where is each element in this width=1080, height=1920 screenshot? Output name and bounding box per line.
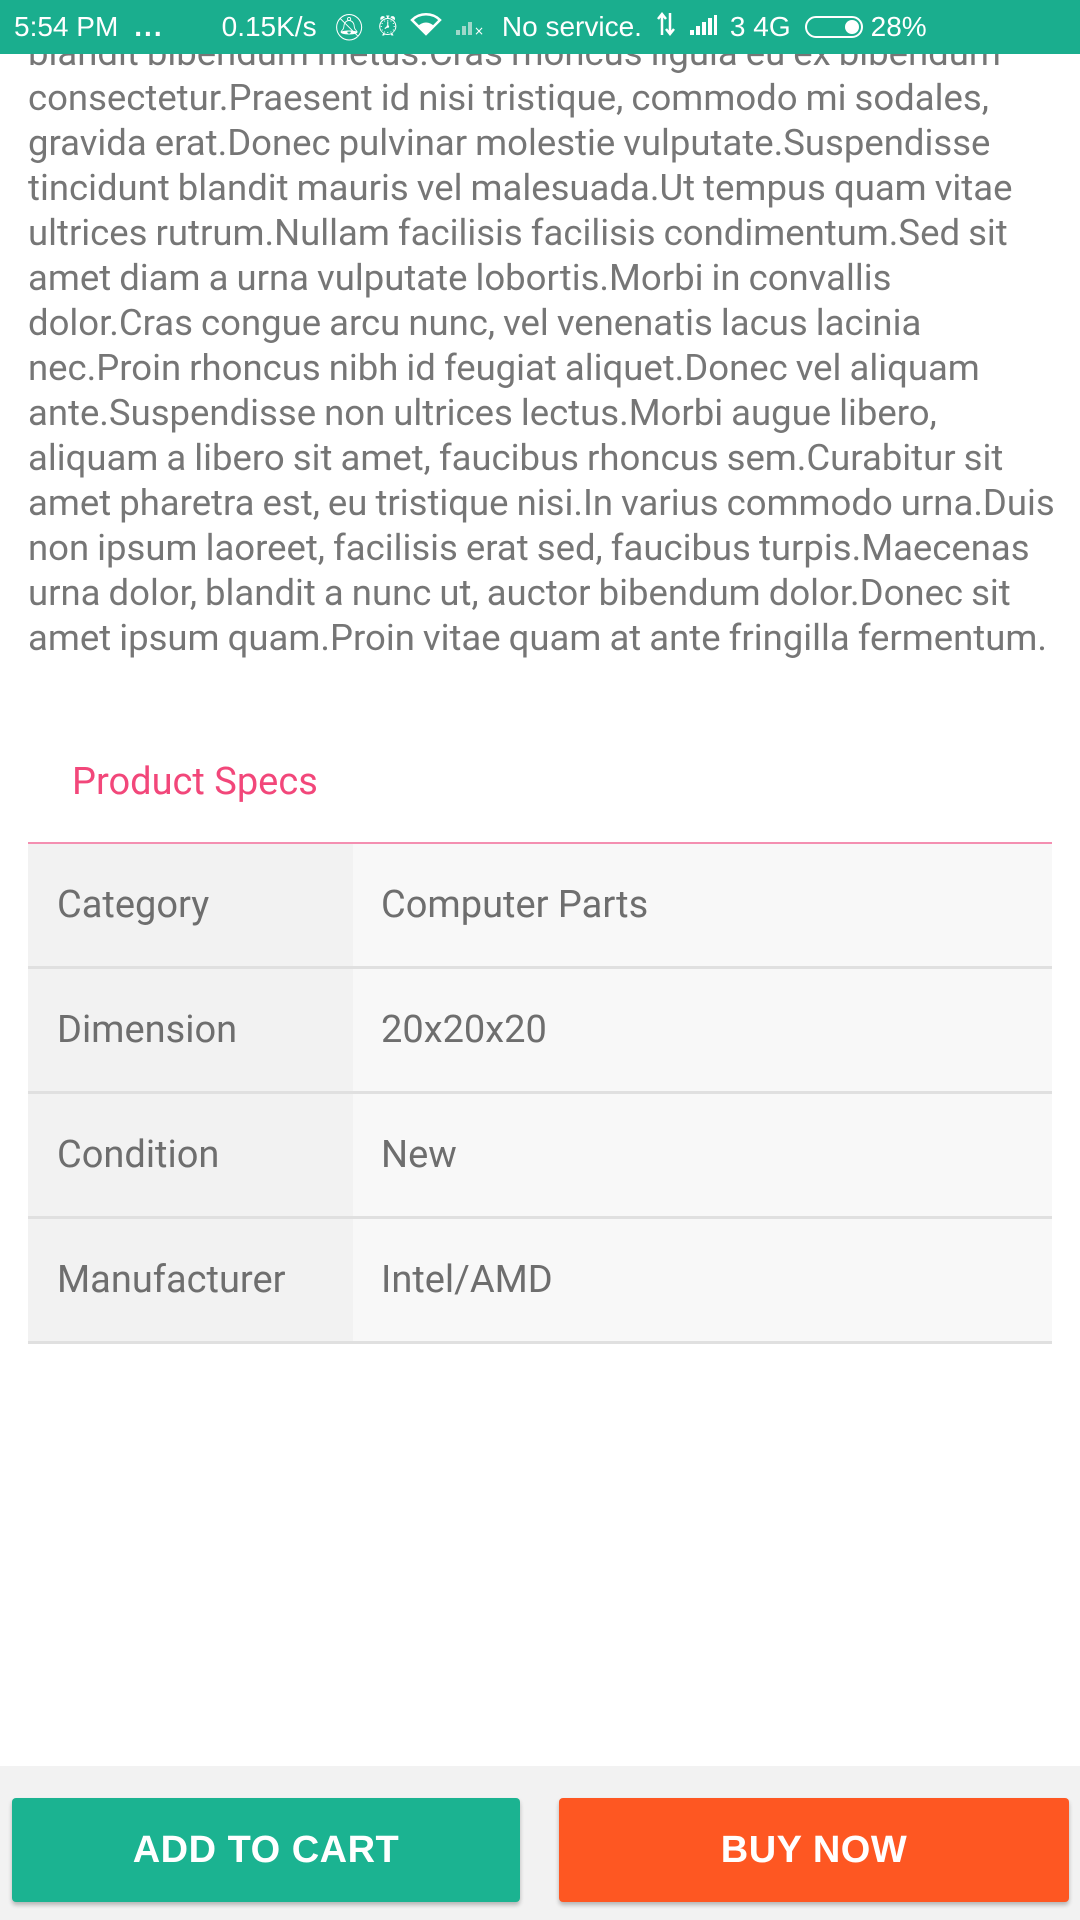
- product-specs-title: Product Specs: [72, 760, 318, 804]
- spec-row-condition: Condition New: [28, 1094, 1052, 1219]
- svg-text:×: ×: [474, 24, 484, 36]
- status-bar: 5:54 PM ... 0.15K/s 🔕︎ ⏰︎ × No service. …: [0, 0, 1080, 54]
- carrier-network: 3 4G: [729, 11, 791, 42]
- spec-row-category: Category Computer Parts: [28, 844, 1052, 969]
- spec-value: Computer Parts: [353, 844, 1052, 966]
- battery-icon: [804, 16, 863, 38]
- wifi-icon: [410, 12, 442, 43]
- bottom-action-bar: ADD TO CART BUY NOW: [0, 1766, 1080, 1920]
- battery-percentage: 28%: [870, 11, 927, 42]
- signal-icon: [688, 12, 718, 43]
- spec-value: 20x20x20: [353, 969, 1052, 1091]
- mute-icon: 🔕︎: [332, 11, 366, 42]
- network-speed: 0.15K/s: [221, 11, 317, 42]
- spec-row-manufacturer: Manufacturer Intel/AMD: [28, 1219, 1052, 1344]
- status-time: 5:54 PM: [14, 11, 119, 42]
- service-status: No service.: [501, 11, 642, 42]
- spec-label: Condition: [28, 1094, 353, 1216]
- product-detail-scroll[interactable]: blandit bibendum metus.Cras rhoncus ligu…: [0, 54, 1080, 1766]
- spec-value: New: [353, 1094, 1052, 1216]
- spec-label: Manufacturer: [28, 1219, 353, 1341]
- specs-table: Category Computer Parts Dimension 20x20x…: [28, 844, 1052, 1344]
- add-to-cart-button[interactable]: ADD TO CART: [12, 1798, 520, 1902]
- alarm-icon: ⏰︎: [377, 11, 398, 41]
- no-signal-icon: ×: [454, 12, 484, 43]
- data-transfer-icon: [656, 11, 676, 44]
- spec-row-dimension: Dimension 20x20x20: [28, 969, 1052, 1094]
- spec-label: Dimension: [28, 969, 353, 1091]
- spec-value: Intel/AMD: [353, 1219, 1052, 1341]
- spec-label: Category: [28, 844, 353, 966]
- product-description: blandit bibendum metus.Cras rhoncus ligu…: [28, 54, 1055, 659]
- buy-now-button[interactable]: BUY NOW: [559, 1798, 1069, 1902]
- more-notifications-icon: ...: [134, 11, 164, 42]
